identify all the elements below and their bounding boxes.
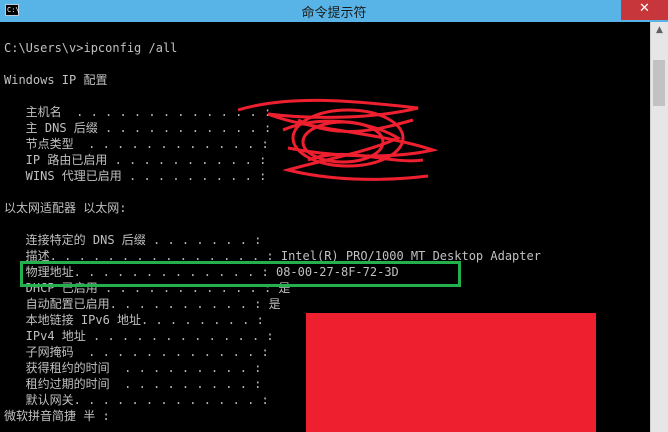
console-line-command: C:\Users\v>ipconfig /all: [4, 41, 178, 55]
console-line: 以太网适配器 以太网:: [4, 201, 127, 215]
console-line: 租约过期的时间 . . . . . . . . . :: [4, 377, 262, 391]
close-button[interactable]: ✕: [621, 0, 668, 20]
title-bar[interactable]: C:\ 命令提示符 ✕: [0, 0, 668, 22]
console-line: IP 路由已启用 . . . . . . . . . . :: [4, 153, 267, 167]
console-line: Windows IP 配置: [4, 73, 108, 87]
console-line: IPv4 地址 . . . . . . . . . . . . :: [4, 329, 274, 343]
mac-address-highlight: [20, 261, 461, 287]
console-line: WINS 代理已启用 . . . . . . . . . :: [4, 169, 267, 183]
window-title: 命令提示符: [301, 6, 367, 21]
vertical-scrollbar[interactable]: ▲: [650, 22, 668, 432]
ime-status: 微软拼音简捷 半 :: [4, 409, 110, 423]
cmd-window: C:\ 命令提示符 ✕ C:\Users\v>ipconfig /all Win…: [0, 0, 668, 432]
console-line: 连接特定的 DNS 后缀 . . . . . . . :: [4, 233, 262, 247]
scrollbar-thumb[interactable]: [653, 60, 665, 106]
console-line: 获得租约的时间 . . . . . . . . . :: [4, 361, 262, 375]
redaction-scribble: [237, 98, 438, 181]
console-line: 自动配置已启用. . . . . . . . . . : 是: [4, 297, 281, 311]
console-line: 默认网关. . . . . . . . . . . . . :: [4, 393, 269, 407]
console-line: 子网掩码 . . . . . . . . . . . . :: [4, 345, 269, 359]
redaction-block: [306, 313, 596, 432]
close-icon: ✕: [639, 1, 650, 16]
console-line: 本地链接 IPv6 地址. . . . . . . . :: [4, 313, 264, 327]
scroll-up-icon[interactable]: ▲: [651, 22, 668, 39]
